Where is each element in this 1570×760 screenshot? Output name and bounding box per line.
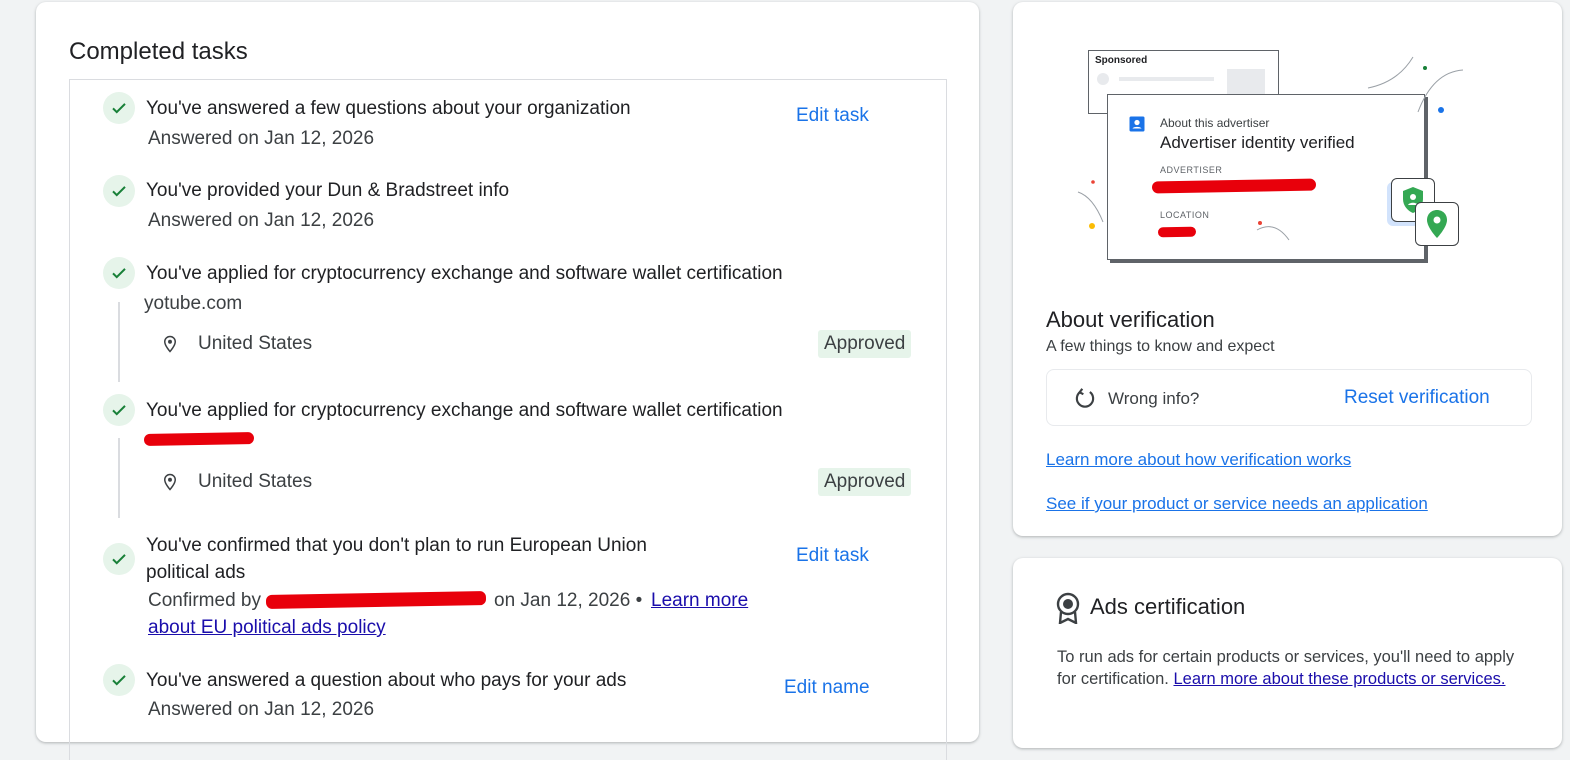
redacted-email (265, 591, 487, 609)
about-advertiser-label: About this advertiser (1160, 116, 1270, 130)
task-title-line2: political ads (146, 562, 246, 583)
redacted-location (1157, 226, 1197, 238)
certificate-ribbon-icon (1056, 592, 1080, 624)
confirmed-by-label: Confirmed by (148, 590, 261, 611)
task-title: You've confirmed that you don't plan to … (146, 535, 647, 556)
placeholder-line (1119, 77, 1214, 81)
eu-policy-link[interactable]: about EU political ads policy (148, 614, 386, 641)
learn-more-verification-link[interactable]: Learn more about how verification works (1046, 450, 1351, 470)
check-icon (103, 257, 135, 289)
location-pin-icon (163, 335, 177, 353)
location-pin-icon (163, 473, 177, 491)
learn-more-link[interactable]: Learn more (651, 587, 748, 614)
location-label: LOCATION (1160, 210, 1210, 220)
timeline-line (118, 438, 120, 518)
task-date: Answered on Jan 12, 2026 (148, 210, 375, 231)
task-title: You've answered a few questions about yo… (146, 98, 631, 119)
product-application-link[interactable]: See if your product or service needs an … (1046, 494, 1428, 514)
verification-illustration: Sponsored About this advertiser Advertis… (1073, 42, 1473, 267)
ads-certification-description: To run ads for certain products or servi… (1057, 646, 1527, 690)
location-text: United States (198, 471, 313, 492)
task-date: Answered on Jan 12, 2026 (148, 699, 375, 720)
about-verification-title: About verification (1046, 307, 1215, 332)
task-title: You've answered a question about who pay… (146, 670, 627, 691)
about-verification-subtitle: A few things to know and expect (1046, 338, 1275, 355)
check-icon (103, 543, 135, 575)
check-icon (103, 664, 135, 696)
section-title: Completed tasks (69, 38, 248, 65)
redacted-advertiser (1151, 178, 1317, 194)
timeline-line (118, 302, 120, 382)
edit-name-button[interactable]: Edit name (784, 677, 870, 699)
learn-more-products-link[interactable]: Learn more about these products or servi… (1173, 670, 1505, 688)
ads-certification-title: Ads certification (1090, 594, 1246, 619)
status-badge: Approved (818, 330, 912, 358)
about-verification-card: Sponsored About this advertiser Advertis… (1013, 2, 1562, 536)
placeholder-image (1227, 69, 1265, 97)
advertiser-label: ADVERTISER (1160, 165, 1223, 175)
decorative-lines-left (1077, 180, 1104, 229)
completed-tasks-card: Completed tasks You've answered a few qu… (36, 2, 979, 760)
pin-card (1415, 202, 1459, 246)
wrong-info-label: Wrong info? (1108, 389, 1200, 408)
placeholder-avatar (1097, 73, 1109, 85)
ads-certification-card: Ads certification To run ads for certain… (1013, 558, 1562, 748)
task-domain: yotube.com (144, 293, 243, 314)
edit-task-button[interactable]: Edit task (796, 105, 869, 127)
reset-verification-button[interactable]: Reset verification (1344, 387, 1490, 409)
person-badge-icon (1129, 116, 1145, 132)
decorative-lines (1367, 56, 1464, 113)
reset-icon (1075, 388, 1095, 408)
task-date: Answered on Jan 12, 2026 (148, 128, 375, 149)
wrong-info-panel: Wrong info? Reset verification (1046, 369, 1532, 426)
status-badge: Approved (818, 468, 912, 496)
redacted-domain (143, 432, 255, 446)
sponsored-label: Sponsored (1095, 55, 1148, 66)
map-pin-icon (1427, 210, 1447, 238)
location-text: United States (198, 333, 313, 354)
task-list: You've answered a few questions about yo… (69, 79, 947, 760)
confirmed-date: on Jan 12, 2026 • (494, 590, 643, 611)
check-icon (103, 394, 135, 426)
check-icon (103, 175, 135, 207)
task-title: You've provided your Dun & Bradstreet in… (146, 180, 510, 201)
check-icon (103, 92, 135, 124)
decorative-dot (1258, 221, 1262, 225)
verified-title: Advertiser identity verified (1160, 133, 1355, 152)
task-title: You've applied for cryptocurrency exchan… (146, 400, 783, 421)
task-title: You've applied for cryptocurrency exchan… (146, 263, 783, 284)
edit-task-button[interactable]: Edit task (796, 545, 869, 567)
